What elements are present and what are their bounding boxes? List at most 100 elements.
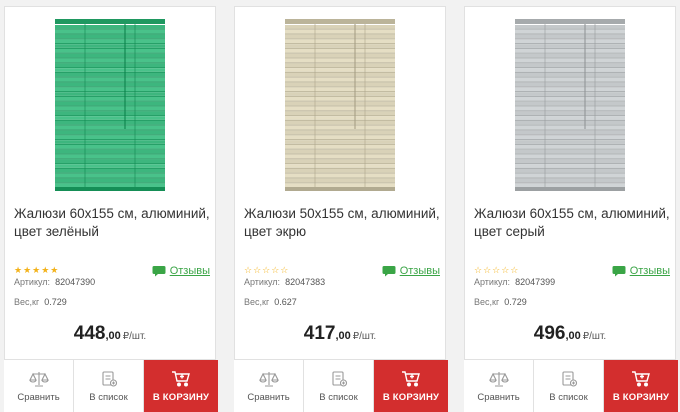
slat [55, 149, 165, 154]
slat [55, 58, 165, 63]
add-to-list-button[interactable]: В список [304, 360, 374, 412]
slat [55, 101, 165, 106]
slat [55, 178, 165, 183]
slat [285, 106, 395, 111]
article-label: Артикул: [244, 277, 281, 287]
compare-label: Сравнить [477, 391, 520, 403]
slat-edge [55, 115, 165, 117]
slat [515, 173, 625, 178]
slat [515, 154, 625, 159]
slat-edge [285, 172, 395, 174]
add-to-cart-button[interactable]: В КОРЗИНУ [604, 360, 678, 412]
slat [515, 77, 625, 82]
slat-edge [285, 81, 395, 83]
reviews-link[interactable]: Отзывы [612, 263, 670, 279]
article-value: 82047399 [515, 277, 556, 287]
slat [515, 25, 625, 29]
slat [55, 116, 165, 120]
slat-edge [515, 158, 625, 160]
add-to-list-button[interactable]: В список [534, 360, 604, 412]
slat [55, 63, 165, 67]
slat-edge [285, 57, 395, 59]
slat [515, 34, 625, 39]
reviews-link-label[interactable]: Отзывы [170, 265, 210, 277]
slat-edge [515, 129, 625, 131]
price-main: 417 [303, 323, 336, 344]
head-rail [285, 19, 395, 24]
slat [285, 44, 395, 48]
slat [285, 164, 395, 168]
slat-edge [55, 119, 165, 121]
compare-button[interactable]: Сравнить [4, 360, 74, 412]
slat-edge [285, 67, 395, 69]
list-icon [561, 370, 577, 387]
slat [515, 58, 625, 63]
slat-edge [285, 52, 395, 54]
blinds-image [515, 19, 625, 191]
slat [515, 97, 625, 101]
slat-edge [285, 62, 395, 64]
slat [515, 149, 625, 154]
slat [55, 82, 165, 87]
slat-edge [515, 115, 625, 117]
slat-edge [55, 67, 165, 69]
slat [285, 77, 395, 82]
compare-button[interactable]: Сравнить [464, 360, 534, 412]
slat [515, 49, 625, 53]
slat-edge [55, 81, 165, 83]
scales-icon [258, 371, 279, 387]
slat [515, 140, 625, 144]
slat [285, 87, 395, 91]
slat [515, 44, 625, 48]
slat-edge [55, 163, 165, 165]
slat [285, 49, 395, 53]
slat-edge [285, 86, 395, 88]
add-to-cart-button[interactable]: В КОРЗИНУ [144, 360, 218, 412]
add-to-list-button[interactable]: В список [74, 360, 144, 412]
slat-edge [55, 38, 165, 40]
price-main: 448 [73, 323, 106, 344]
head-rail [515, 19, 625, 24]
reviews-link-label[interactable]: Отзывы [400, 265, 440, 277]
slat [55, 49, 165, 53]
reviews-link[interactable]: Отзывы [152, 263, 210, 279]
slat-edge [55, 47, 165, 49]
slat [55, 44, 165, 48]
chat-bubble-icon [152, 266, 166, 277]
slat-edge [515, 67, 625, 69]
product-title[interactable]: Жалюзи 60х155 см, алюминий, цвет зелёный [14, 205, 210, 241]
list-label: В список [549, 391, 588, 403]
actions-bar: Сравнить В список В КОРЗИНУ [234, 359, 448, 412]
slat-edge [285, 100, 395, 102]
slat-edge [55, 139, 165, 141]
product-title[interactable]: Жалюзи 60х155 см, алюминий, цвет серый [474, 205, 670, 241]
slat-edge [515, 33, 625, 35]
add-to-cart-button[interactable]: В КОРЗИНУ [374, 360, 448, 412]
slat-edge [55, 172, 165, 174]
product-card: Жалюзи 60х155 см, алюминий, цвет зелёный… [4, 6, 218, 412]
slat [55, 130, 165, 135]
list-label: В список [319, 391, 358, 403]
product-image[interactable] [235, 7, 445, 199]
slat [285, 159, 395, 163]
product-title[interactable]: Жалюзи 50х155 см, алюминий, цвет экрю [244, 205, 440, 241]
reviews-link[interactable]: Отзывы [382, 263, 440, 279]
article-row: Артикул: 82047399 [474, 277, 555, 288]
slat-edge [285, 143, 395, 145]
reviews-link-label[interactable]: Отзывы [630, 265, 670, 277]
cart-label: В КОРЗИНУ [382, 391, 440, 403]
slat-edge [55, 153, 165, 155]
cart-icon [172, 370, 190, 386]
compare-button[interactable]: Сравнить [234, 360, 304, 412]
article-row: Артикул: 82047390 [14, 277, 95, 288]
slat [55, 97, 165, 101]
slat-edge [55, 91, 165, 93]
product-image[interactable] [465, 7, 675, 199]
slat-edge [55, 134, 165, 136]
slat-edge [515, 124, 625, 126]
slat [55, 135, 165, 139]
slat [285, 25, 395, 29]
product-image[interactable] [5, 7, 215, 199]
price: 496,00 ₽/шт. [465, 323, 675, 345]
slat [515, 178, 625, 183]
